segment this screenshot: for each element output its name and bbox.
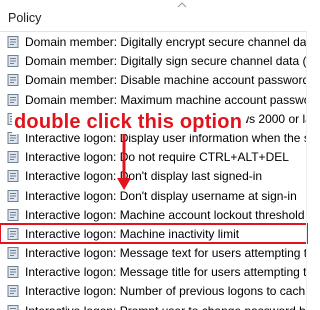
policy-row-selected[interactable]: Interactive logon: Machine inactivity li… [0, 222, 308, 245]
policy-row-label: Interactive logon: Number of previous lo… [25, 284, 306, 299]
policy-row-label: Interactive logon: Message title for use… [25, 265, 307, 280]
policy-row[interactable]: Interactive logon: Message title for use… [0, 262, 307, 281]
sort-ascending-icon [177, 2, 187, 8]
policy-row-label: Interactive logon: Machine account locko… [25, 207, 305, 222]
policy-document-icon [7, 266, 19, 279]
policy-row-label: Interactive logon: Machine inactivity li… [25, 226, 240, 241]
policy-document-icon [7, 74, 19, 87]
policy-list: Domain member: Digitally encrypt secure … [0, 32, 308, 310]
policy-row[interactable]: Domain member: Digitally encrypt secure … [0, 32, 307, 51]
policy-document-icon [7, 170, 19, 183]
policy-row-label: Domain member: Digitally sign secure cha… [25, 54, 307, 69]
policy-document-icon [7, 151, 19, 164]
policy-row[interactable]: Interactive logon: Number of previous lo… [0, 281, 307, 300]
policy-row[interactable]: Interactive logon: Message text for user… [0, 243, 307, 262]
policy-document-icon [7, 227, 19, 240]
policy-row[interactable]: Interactive logon: Machine account locko… [0, 205, 307, 224]
policy-row-label: Interactive logon: Don't display usernam… [25, 188, 297, 203]
policy-document-icon [7, 285, 19, 298]
policy-row[interactable]: Interactive logon: Don't display last si… [0, 166, 307, 185]
column-header[interactable]: Policy [0, 0, 307, 32]
policy-row-label: Interactive logon: Message text for user… [25, 246, 307, 261]
scrollbar[interactable] [306, 32, 307, 310]
policy-row-label: Domain member: Digitally encrypt secure … [25, 35, 307, 49]
policy-row-label: Interactive logon: Don't display last si… [25, 169, 263, 184]
policy-document-icon [7, 36, 19, 48]
policy-row-label: Interactive logon: Prompt user to change… [25, 304, 306, 310]
policy-row-label: Domain member: Maximum machine account p… [25, 92, 307, 107]
policy-row[interactable]: Domain member: Disable machine account p… [0, 70, 307, 89]
policy-document-icon [7, 55, 19, 68]
policy-document-icon [7, 304, 19, 310]
policy-document-icon [7, 189, 19, 202]
policy-row[interactable]: Interactive logon: Prompt user to change… [0, 301, 307, 310]
policy-row[interactable]: Domain member: Digitally sign secure cha… [0, 51, 307, 70]
policy-document-icon [7, 247, 19, 260]
policy-document-icon [7, 93, 19, 106]
policy-row[interactable]: Domain member: Maximum machine account p… [0, 90, 307, 109]
policy-row-label: Domain member: Disable machine account p… [25, 73, 307, 88]
annotation-callout: double click this option [12, 111, 247, 134]
policy-column-title[interactable]: Policy [8, 11, 41, 25]
policy-row-label: Interactive logon: Do not require CTRL+A… [25, 150, 289, 165]
policy-document-icon [7, 208, 19, 221]
policy-row[interactable]: Interactive logon: Do not require CTRL+A… [0, 147, 307, 166]
policy-row[interactable]: Interactive logon: Don't display usernam… [0, 186, 307, 205]
